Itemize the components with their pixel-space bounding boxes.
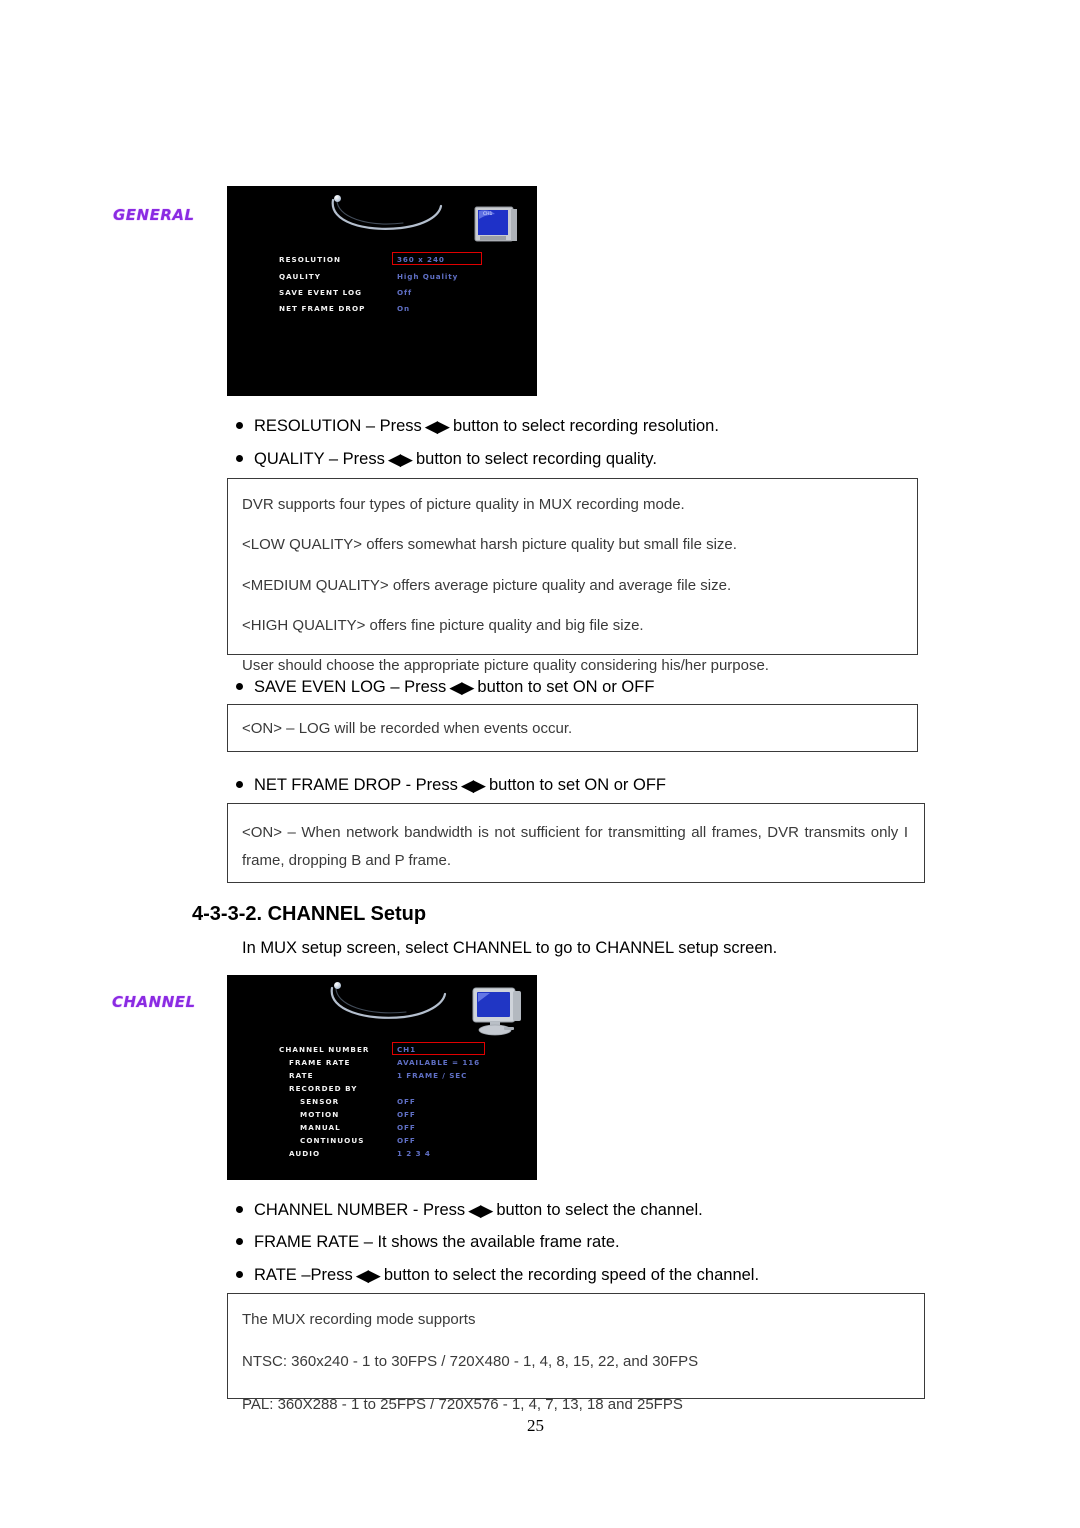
channel-logo-text: CHANNEL [112,993,196,1011]
crt-monitor-icon: CH1 [474,206,517,242]
bullet-channel-number: CHANNEL NUMBER - Press ◀▶ button to select… [236,1200,703,1221]
bullet-dot-icon [236,1271,243,1278]
bullet-dot-icon [236,1206,243,1213]
dvr-label-save-event-log: SAVE EVENT LOG [279,288,363,297]
net-frame-info-box: <ON> – When network bandwidth is not suf… [227,803,925,883]
bullet-dot-icon [236,781,243,788]
dvr-label-continuous: CONTINUOUS [300,1136,365,1145]
dvr-value-sensor[interactable]: OFF [397,1097,416,1106]
dvr-label-sensor: SENSOR [300,1097,340,1106]
bullet-resolution: RESOLUTION – Press ◀▶ button to select rec… [236,416,719,437]
bullet-quality: QUALITY – Press ◀▶ button to select record… [236,449,657,470]
page-number: 25 [527,1416,544,1435]
dvr-label-frame-rate: FRAME RATE [289,1058,351,1067]
dvr-label-quality: QAULITY [279,272,321,281]
dvr-label-motion: MOTION [300,1110,340,1119]
bullet-dot-icon [236,1238,243,1245]
bullet-resolution-pre: RESOLUTION – Press [254,417,422,435]
dvr-value-rate[interactable]: 1 FRAME / SEC [397,1071,467,1080]
mux-box-line-2: NTSC: 360x240 - 1 to 30FPS / 720X480 - 1… [242,1353,699,1371]
document-page: GENERAL CH1 RESOLUTION QAULITY SAVE EVEN… [0,0,1080,1528]
left-right-arrow-icon: ◀▶ [355,1266,381,1285]
dvr-value-channel-number[interactable]: CH1 [397,1045,416,1054]
dvr-label-recorded-by: RECORDED BY [289,1084,358,1093]
dvr-label-manual: MANUAL [300,1123,341,1132]
bullet-frame-rate: FRAME RATE – It shows the available fram… [236,1232,620,1252]
left-right-arrow-icon: ◀▶ [460,776,486,795]
logo-swoosh-icon [331,197,443,230]
bullet-save-event-log-pre: SAVE EVEN LOG – Press [254,678,447,696]
dvr-value-net-frame-drop[interactable]: On [397,304,410,313]
left-right-arrow-icon: ◀▶ [449,678,474,697]
bullet-quality-post: button to select recording quality. [415,450,657,468]
quality-box-line-5: User should choose the appropriate pictu… [242,657,769,674]
bullet-rate-post: button to select the recording speed of … [383,1266,760,1284]
dvr-label-resolution: RESOLUTION [279,255,342,264]
bullet-resolution-post: button to select recording resolution. [452,417,719,435]
logo-ball-icon [334,195,341,202]
bullet-rate: RATE –Press ◀▶ button to select the record… [236,1265,759,1286]
quality-info-box: DVR supports four types of picture quali… [227,478,918,674]
general-logo-text: GENERAL [113,206,195,224]
dvr-label-channel-number: CHANNEL NUMBER [279,1045,370,1054]
bullet-dot-icon [236,455,243,462]
bullet-save-event-log-post: button to set ON or OFF [477,678,655,696]
bullet-dot-icon [236,683,243,690]
quality-box-line-3: <MEDIUM QUALITY> offers average picture … [242,576,732,594]
left-right-arrow-icon: ◀▶ [468,1201,493,1220]
quality-box-line-4: <HIGH QUALITY> offers fine picture quali… [242,616,644,634]
dvr-label-rate: RATE [289,1071,314,1080]
bullet-net-frame-drop: NET FRAME DROP - Press ◀▶ button to set ON… [236,775,666,796]
bullet-channel-number-pre: CHANNEL NUMBER - Press [254,1201,466,1219]
bullet-frame-rate-text: FRAME RATE – It shows the available fram… [254,1233,620,1251]
mux-info-box: The MUX recording mode supports NTSC: 36… [227,1293,925,1413]
heading-subtext: In MUX setup screen, select CHANNEL to g… [242,939,778,957]
mux-box-line-3: PAL: 360X288 - 1 to 25FPS / 720X576 - 1,… [242,1395,683,1413]
dvr-value-motion[interactable]: OFF [397,1110,416,1119]
save-log-info-box: <ON> – LOG will be recorded when events … [227,704,918,752]
dvr-value-save-event-log[interactable]: Off [397,288,412,297]
logo-swoosh-icon [330,985,447,1019]
bullet-channel-number-post: button to select the channel. [496,1201,703,1219]
svg-text:CH1: CH1 [483,211,493,217]
bullet-net-frame-drop-pre: NET FRAME DROP - Press [254,776,458,794]
bullet-net-frame-drop-post: button to set ON or OFF [489,776,666,794]
dvr-value-continuous[interactable]: OFF [397,1136,416,1145]
bullet-quality-pre: QUALITY – Press [254,450,385,468]
quality-box-line-1: DVR supports four types of picture quali… [242,496,685,513]
dvr-value-manual[interactable]: OFF [397,1123,416,1132]
net-frame-box-line-1: <ON> – When network bandwidth is not suf… [242,824,908,869]
quality-box-line-2: <LOW QUALITY> offers somewhat harsh pict… [242,536,737,554]
dvr-label-audio: AUDIO [289,1149,321,1158]
bullet-dot-icon [236,422,243,429]
bullet-save-event-log: SAVE EVEN LOG – Press ◀▶ button to set ON … [236,677,654,698]
crt-monitor-icon [472,987,521,1036]
dvr-value-resolution[interactable]: 360 x 240 [397,255,445,264]
save-log-box-line-1: <ON> – LOG will be recorded when events … [242,720,573,737]
logo-ball-icon [334,982,341,989]
left-right-arrow-icon: ◀▶ [387,450,413,469]
dvr-value-frame-rate: AVAILABLE = 116 [397,1058,481,1067]
bullet-rate-pre: RATE –Press [254,1266,353,1284]
mux-box-line-1: The MUX recording mode supports [242,1311,476,1328]
page-title: 4-3-3-2. CHANNEL Setup [192,903,427,925]
dvr-value-audio[interactable]: 1 2 3 4 [397,1149,431,1158]
left-right-arrow-icon: ◀▶ [424,417,450,436]
dvr-label-net-frame-drop: NET FRAME DROP [279,304,366,313]
dvr-value-quality[interactable]: High Quality [397,272,458,281]
